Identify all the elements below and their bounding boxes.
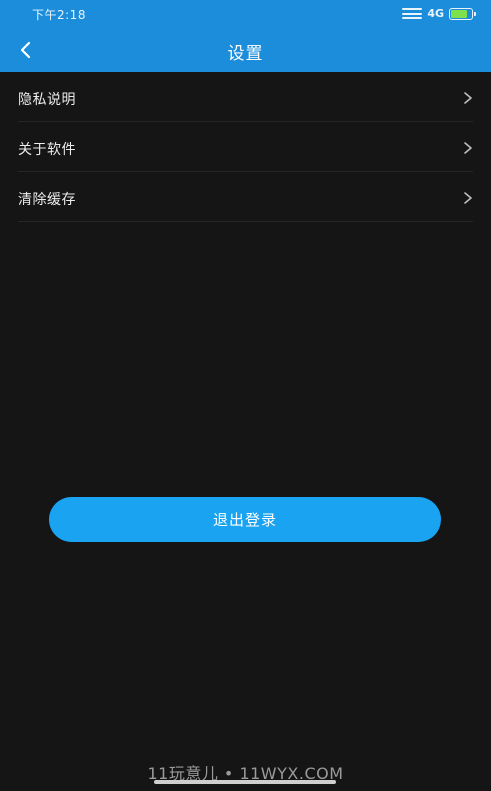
status-bar: 下午2:18 4G <box>0 0 491 28</box>
settings-item-label: 隐私说明 <box>18 92 76 108</box>
chevron-right-icon <box>463 140 473 154</box>
home-indicator[interactable] <box>154 780 336 784</box>
settings-item-about[interactable]: 关于软件 <box>18 122 473 172</box>
nav-bar: 设置 <box>0 28 491 72</box>
top-header: 下午2:18 4G 设置 <box>0 0 491 72</box>
page-title: 设置 <box>227 44 264 64</box>
status-time: 下午2:18 <box>32 8 86 22</box>
settings-list: 隐私说明 关于软件 清除缓存 <box>0 72 491 222</box>
signal-icon <box>402 8 423 19</box>
settings-screen: 下午2:18 4G 设置 隐私说明 关于软件 清除缓存 退出登录 11玩意儿 •… <box>0 0 491 791</box>
chevron-right-icon <box>463 190 473 204</box>
chevron-right-icon <box>463 90 473 104</box>
network-type: 4G <box>427 7 444 20</box>
status-indicators: 4G <box>402 7 476 20</box>
logout-button[interactable]: 退出登录 <box>49 497 441 542</box>
settings-item-label: 清除缓存 <box>18 192 76 208</box>
settings-item-label: 关于软件 <box>18 142 76 158</box>
settings-item-clear-cache[interactable]: 清除缓存 <box>18 172 473 222</box>
settings-item-privacy[interactable]: 隐私说明 <box>18 72 473 122</box>
battery-icon <box>449 7 476 20</box>
battery-fill <box>451 9 467 18</box>
